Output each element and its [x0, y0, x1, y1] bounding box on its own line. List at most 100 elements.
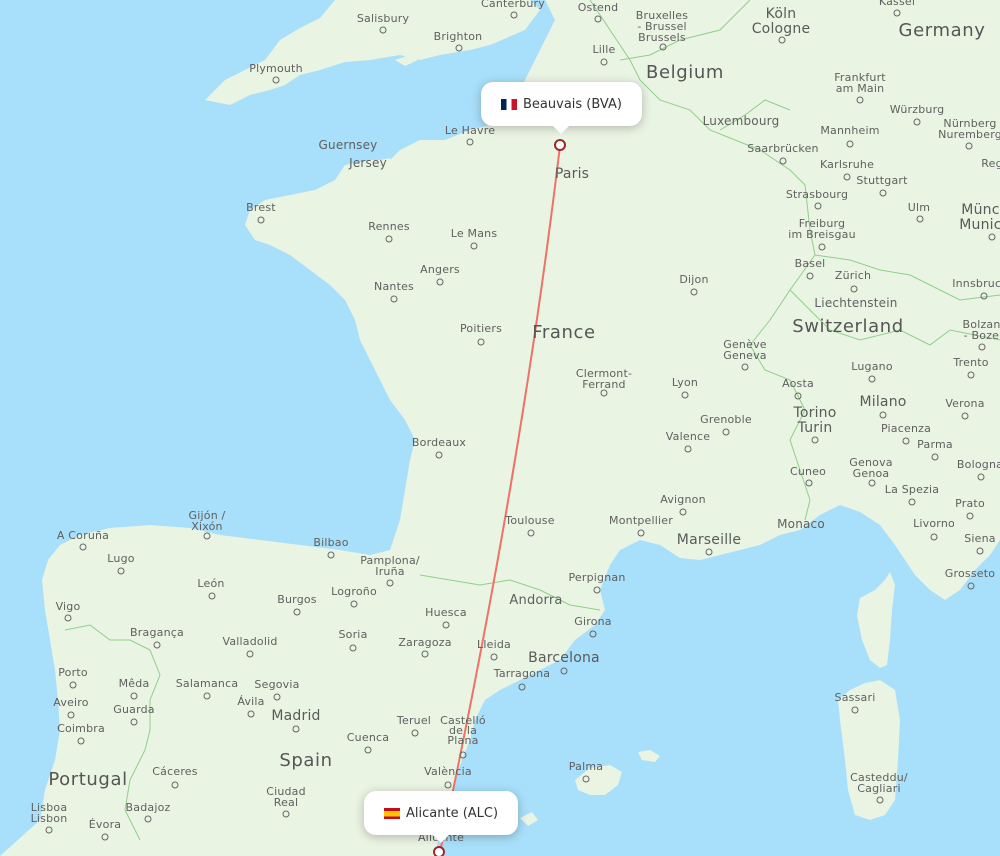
label-cagliari: Casteddu/ Cagliari [850, 771, 908, 795]
label-innsbruck: Innsbruck [952, 277, 1000, 290]
label-jersey: Jersey [349, 156, 387, 170]
label-madrid: Madrid [271, 708, 321, 724]
label-cuenca: Cuenca [346, 731, 390, 744]
city-dot [931, 453, 939, 461]
label-piacenza: Piacenza [880, 422, 932, 435]
label-stuttgart: Stuttgart [856, 174, 908, 187]
city-dot [893, 9, 901, 17]
city-dot [846, 140, 854, 148]
label-vigo: Vigo [55, 600, 81, 613]
city-dot [293, 608, 301, 616]
label-lugo: Lugo [107, 552, 135, 565]
city-dot [690, 288, 698, 296]
city-dot [455, 44, 463, 52]
city-dot [257, 216, 265, 224]
label-evora: Évora [88, 818, 122, 831]
city-dot [69, 681, 77, 689]
city-dot [902, 437, 910, 445]
label-caceres: Cáceres [152, 765, 198, 778]
label-spain: Spain [279, 750, 333, 771]
label-ulm: Ulm [907, 201, 931, 214]
label-bordeaux: Bordeaux [411, 436, 467, 449]
label-plymouth: Plymouth [249, 62, 303, 75]
label-bologna: Bologna [956, 458, 1000, 471]
label-frankfurt: Frankfurt am Main [834, 71, 886, 95]
label-lugano: Lugano [851, 360, 893, 373]
label-paris: Paris [554, 166, 590, 182]
label-avignon: Avignon [660, 493, 706, 506]
label-badajoz: Badajoz [125, 801, 171, 814]
label-andorra: Andorra [509, 593, 563, 608]
label-girona: Girona [574, 615, 612, 628]
label-burgos: Burgos [277, 593, 317, 606]
label-ostend: Ostend [577, 1, 619, 14]
label-ciudadreal: Ciudad Real [266, 785, 306, 809]
city-dot [976, 547, 984, 555]
city-dot [64, 614, 72, 622]
label-torino: Torino Turin [793, 405, 837, 436]
label-cuneo: Cuneo [789, 465, 827, 478]
label-gijon: Gijón / Xixón [188, 509, 226, 533]
label-regensburg: Reg [981, 157, 1000, 170]
label-toulouse: Toulouse [505, 514, 555, 527]
label-brussels: Bruxelles - Brussel Brussels [635, 9, 689, 44]
city-dot [411, 729, 419, 737]
origin-marker[interactable] [554, 139, 566, 151]
city-dot [681, 391, 689, 399]
route-map[interactable]: Germany Belgium France Switzerland Spain… [0, 0, 1000, 856]
city-dot [208, 592, 216, 600]
label-kassel: Kassel [878, 0, 916, 8]
city-dot [908, 498, 916, 506]
label-laspezia: La Spezia [884, 483, 940, 496]
city-dot [117, 567, 125, 575]
city-dot [459, 751, 467, 759]
label-marseille: Marseille [676, 532, 742, 548]
label-coimbra: Coimbra [57, 722, 105, 735]
origin-popup[interactable]: Beauvais (BVA) [481, 82, 642, 126]
label-guarda: Guarda [113, 703, 155, 716]
label-verona: Verona [945, 397, 985, 410]
city-dot [600, 58, 608, 66]
label-logrono: Logroño [331, 585, 377, 598]
city-dot [385, 235, 393, 243]
label-milano: Milano [859, 394, 907, 410]
city-dot [850, 285, 858, 293]
label-france: France [532, 322, 596, 343]
city-dot [282, 810, 290, 818]
city-dot [560, 667, 568, 675]
land-ibiza [520, 812, 538, 826]
label-saarbrucken: Saarbrücken [747, 142, 819, 155]
label-belgium: Belgium [646, 62, 724, 83]
city-dot [45, 826, 53, 834]
label-bolzano: Bolzano - Bozen [962, 318, 1000, 342]
label-trento: Trento [953, 356, 989, 369]
label-guernsey: Guernsey [318, 138, 378, 152]
france-flag-icon [501, 98, 517, 110]
city-dot [967, 582, 975, 590]
label-livorno: Livorno [913, 517, 955, 530]
destination-marker[interactable] [433, 846, 445, 856]
city-dot [722, 428, 730, 436]
label-grosseto: Grosseto [944, 567, 996, 580]
city-dot [510, 11, 518, 19]
label-castello: Castelló de la Plana [440, 714, 486, 747]
label-monaco: Monaco [777, 517, 825, 531]
city-dot [593, 586, 601, 594]
city-dot [741, 363, 749, 371]
city-dot [637, 529, 645, 537]
label-clermont: Clermont- Ferrand [575, 367, 633, 391]
destination-popup[interactable]: Alicante (ALC) [364, 791, 519, 835]
city-dot [589, 630, 597, 638]
label-wurzburg: Würzburg [889, 103, 945, 116]
city-dot [705, 548, 713, 556]
city-dot [868, 375, 876, 383]
city-dot [961, 412, 969, 420]
label-portugal: Portugal [48, 769, 128, 790]
label-teruel: Teruel [396, 714, 432, 727]
label-barcelona: Barcelona [528, 650, 600, 666]
label-lille: Lille [592, 43, 616, 56]
land-corsica [857, 572, 895, 668]
city-dot [582, 775, 590, 783]
city-dot [435, 451, 443, 459]
city-dot [349, 644, 357, 652]
